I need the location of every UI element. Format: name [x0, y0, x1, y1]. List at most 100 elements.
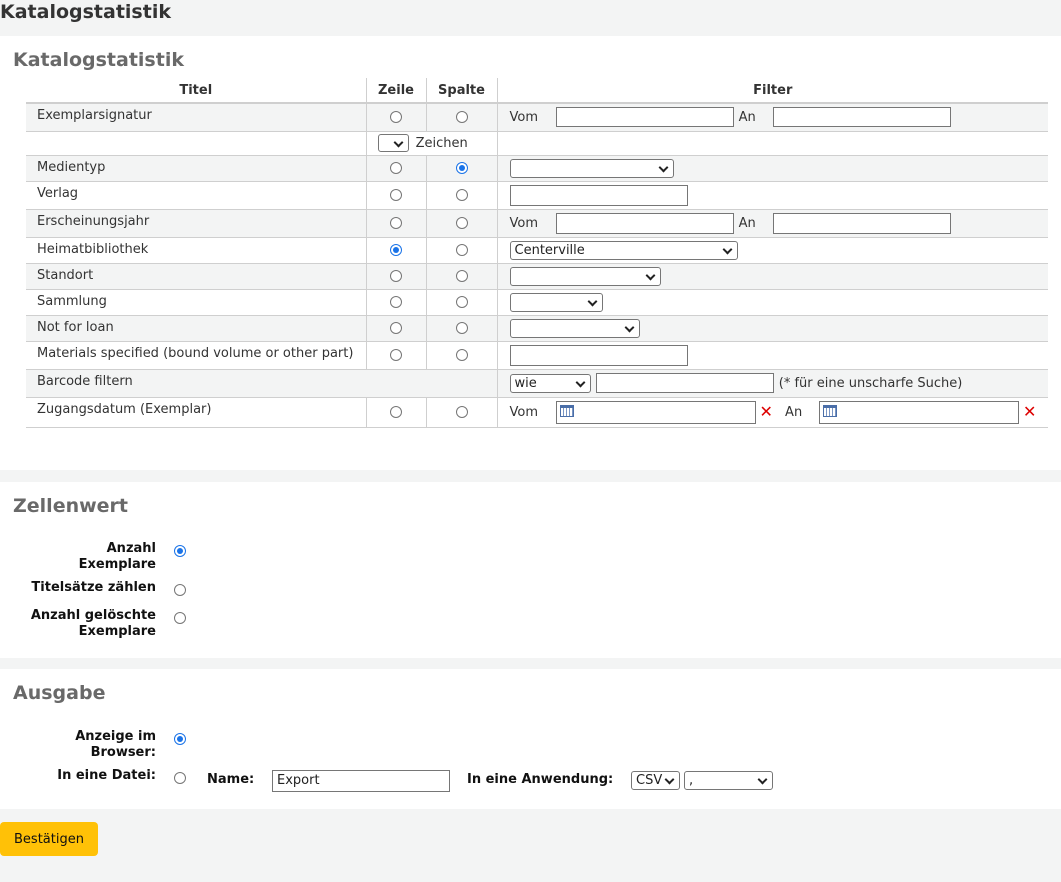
output-file-radio[interactable]	[174, 772, 186, 784]
table-row: Verlag	[26, 181, 1048, 210]
table-row: Erscheinungsjahr Vom An	[26, 209, 1048, 238]
materials-spalte-radio[interactable]	[455, 349, 468, 361]
col-header-zeile: Zeile	[365, 78, 426, 104]
zugangsdatum-zeile-radio[interactable]	[390, 406, 402, 418]
erscheinungsjahr-an-input[interactable]	[772, 212, 951, 234]
erscheinungsjahr-an-label: An	[738, 215, 756, 231]
erscheinungsjahr-zeile-radio[interactable]	[390, 217, 402, 229]
row-label-standort: Standort	[26, 263, 366, 290]
row-label-sammlung: Sammlung	[26, 289, 366, 316]
table-row: Standort	[26, 263, 1048, 290]
not-for-loan-zeile-radio[interactable]	[390, 322, 402, 334]
verlag-zeile-radio[interactable]	[390, 189, 402, 201]
table-row: Zugangsdatum (Exemplar) Vom ✕ An ✕	[26, 397, 1048, 428]
zugangsdatum-vom-label: Vom	[509, 404, 539, 420]
file-name-label: Name:	[207, 772, 255, 787]
standort-zeile-radio[interactable]	[390, 270, 402, 282]
table-row: Barcode filtern wie (* für eine unscharf…	[26, 369, 1048, 398]
row-label-exemplarsignatur: Exemplarsignatur	[26, 103, 366, 132]
exemplarsignatur-vom-input[interactable]	[555, 107, 734, 128]
heimatbibliothek-select[interactable]: Centerville	[509, 240, 738, 260]
table-row: Medientyp	[26, 155, 1048, 182]
row-label-medientyp: Medientyp	[26, 155, 366, 182]
materials-input[interactable]	[509, 344, 688, 366]
exemplarsignatur-vom-label: Vom	[509, 109, 539, 125]
medientyp-zeile-radio[interactable]	[390, 162, 402, 174]
exemplarsignatur-spalte-radio[interactable]	[455, 111, 468, 124]
format-select[interactable]: CSV	[631, 771, 680, 790]
erscheinungsjahr-spalte-radio[interactable]	[455, 217, 468, 229]
page-title: Katalogstatistik	[0, 1, 171, 23]
output-file-label: In eine Datei:	[57, 768, 156, 783]
table-row: Sammlung	[26, 289, 1048, 316]
erscheinungsjahr-vom-input[interactable]	[555, 212, 734, 234]
zugangsdatum-spalte-radio[interactable]	[455, 406, 468, 418]
col-header-titel: Titel	[26, 78, 366, 104]
separator-select[interactable]: ,	[684, 771, 773, 790]
row-label-zugangsdatum: Zugangsdatum (Exemplar)	[26, 397, 366, 428]
row-label-erscheinungsjahr: Erscheinungsjahr	[26, 209, 366, 238]
sammlung-spalte-radio[interactable]	[455, 296, 468, 308]
section-heading-ausgabe: Ausgabe	[13, 682, 106, 704]
file-name-input[interactable]: Export	[272, 770, 450, 792]
heimatbibliothek-zeile-radio[interactable]	[390, 244, 402, 256]
zugangsdatum-vom-input[interactable]	[555, 400, 756, 424]
verlag-input[interactable]	[509, 184, 688, 206]
option-label-geloeschte-exemplare: Anzahl gelöschte Exemplare	[30, 608, 156, 639]
output-browser-radio[interactable]	[174, 733, 186, 745]
exemplarsignatur-an-input[interactable]	[772, 107, 951, 128]
option-label-anzahl-exemplare: Anzahl Exemplare	[78, 541, 156, 572]
table-row: Exemplarsignatur Vom An	[26, 103, 1048, 132]
barcode-hint: (* für eine unscharfe Suche)	[778, 375, 963, 391]
barcode-mode-select[interactable]: wie	[509, 373, 591, 393]
output-browser-label: Anzeige im Browser:	[75, 729, 156, 760]
table-row: Materials specified (bound volume or oth…	[26, 341, 1048, 370]
output-panel: Ausgabe Anzeige im Browser: In eine Datei…	[0, 669, 1061, 809]
zugangsdatum-an-label: An	[785, 404, 803, 420]
application-label: In eine Anwendung:	[467, 772, 614, 787]
standort-spalte-radio[interactable]	[455, 270, 468, 282]
medientyp-select[interactable]	[509, 158, 674, 178]
zeichen-select[interactable]	[377, 134, 409, 152]
option-label-titelsaetze: Titelsätze zählen	[31, 580, 156, 595]
sammlung-zeile-radio[interactable]	[390, 296, 402, 308]
sammlung-select[interactable]	[509, 292, 603, 312]
verlag-spalte-radio[interactable]	[455, 189, 468, 201]
barcode-input[interactable]	[595, 373, 774, 393]
section-heading-katalogstatistik: Katalogstatistik	[13, 49, 184, 71]
clear-date-icon[interactable]: ✕	[760, 404, 773, 420]
not-for-loan-select[interactable]	[509, 318, 640, 338]
option-radio-anzahl-exemplare[interactable]	[174, 545, 186, 557]
cell-value-panel: Zellenwert Anzahl Exemplare Titelsätze zä…	[0, 482, 1061, 658]
option-radio-titelsaetze[interactable]	[174, 584, 186, 596]
submit-button[interactable]: Bestätigen	[0, 822, 98, 856]
table-row: Zeichen	[26, 131, 1048, 156]
filter-panel: Katalogstatistik Titel Zeile Spalte Filt…	[0, 36, 1061, 470]
zugangsdatum-an-input[interactable]	[819, 400, 1020, 424]
zeichen-label: Zeichen	[415, 135, 468, 151]
exemplarsignatur-an-label: An	[738, 109, 756, 125]
row-label-barcode: Barcode filtern	[26, 369, 497, 398]
table-row: Not for loan	[26, 315, 1048, 342]
option-radio-geloeschte-exemplare[interactable]	[174, 612, 186, 624]
materials-zeile-radio[interactable]	[390, 349, 402, 361]
heimatbibliothek-spalte-radio[interactable]	[455, 244, 468, 256]
col-header-filter: Filter	[496, 78, 1048, 104]
row-label-materials: Materials specified (bound volume or oth…	[26, 341, 366, 370]
not-for-loan-spalte-radio[interactable]	[455, 322, 468, 334]
col-header-spalte: Spalte	[425, 78, 497, 104]
table-header-row: Titel Zeile Spalte Filter	[26, 78, 1048, 104]
row-label-not-for-loan: Not for loan	[26, 315, 366, 342]
statistics-table: Titel Zeile Spalte Filter Exemplarsignat…	[26, 78, 1048, 428]
standort-select[interactable]	[509, 266, 661, 286]
row-label-heimatbibliothek: Heimatbibliothek	[26, 237, 366, 264]
section-heading-zellenwert: Zellenwert	[13, 495, 128, 517]
row-label-verlag: Verlag	[26, 181, 366, 210]
calendar-icon[interactable]	[823, 404, 838, 417]
exemplarsignatur-zeile-radio[interactable]	[390, 111, 402, 124]
table-row: Heimatbibliothek Centerville	[26, 237, 1048, 264]
calendar-icon[interactable]	[559, 404, 574, 417]
clear-date-icon[interactable]: ✕	[1023, 404, 1036, 420]
erscheinungsjahr-vom-label: Vom	[509, 215, 539, 231]
medientyp-spalte-radio[interactable]	[455, 162, 468, 174]
